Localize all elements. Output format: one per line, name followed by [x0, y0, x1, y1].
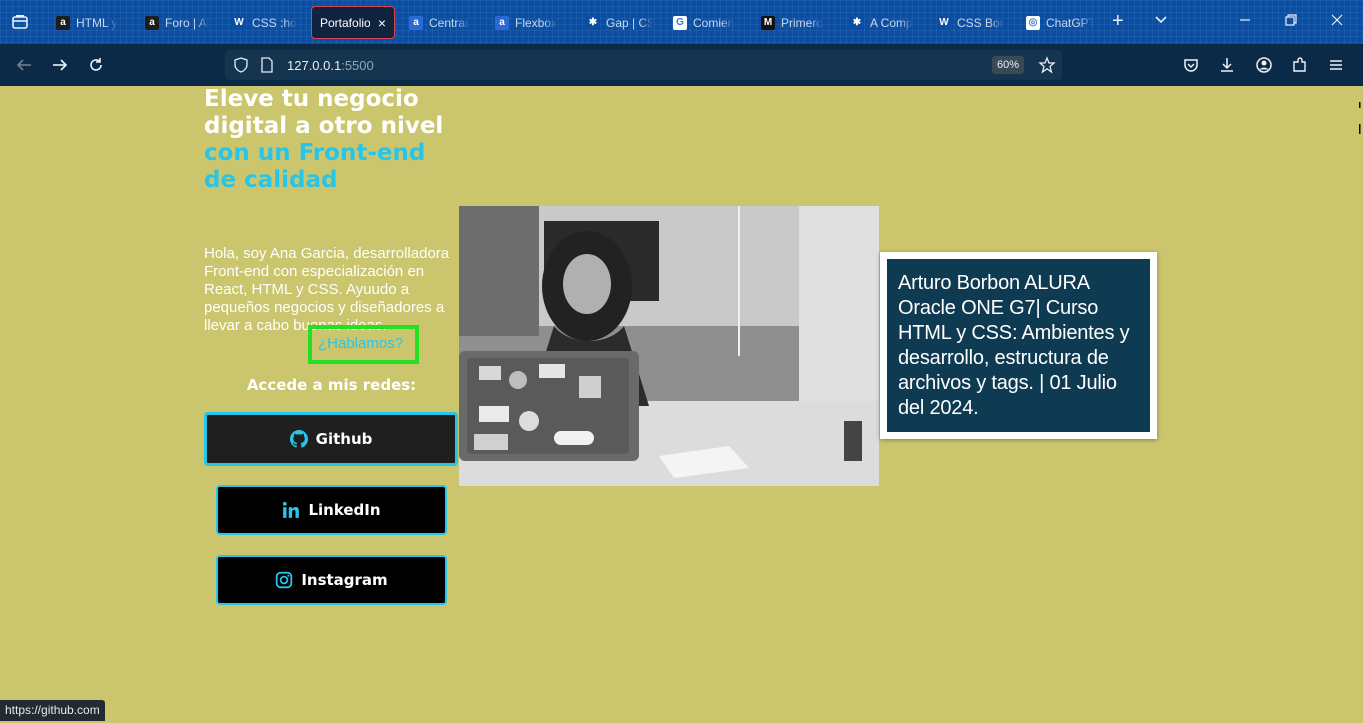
caption-card: Arturo Borbon ALURA Oracle ONE G7| Curso…	[880, 252, 1157, 439]
tab-7[interactable]: G Comien	[665, 6, 749, 39]
shield-icon[interactable]	[233, 57, 249, 73]
tab-title: Gap | CS	[606, 15, 654, 30]
edge-glyph-icon	[1359, 102, 1361, 134]
headline-white: Eleve tu negocio digital a otro nivel	[204, 86, 444, 139]
w3-icon: W	[232, 15, 246, 30]
tab-title: Portafolio	[320, 15, 370, 30]
alura-blue-icon: a	[495, 15, 509, 30]
tab-2[interactable]: W CSS :ho	[224, 6, 308, 39]
asterisk-icon: ✱	[586, 15, 600, 30]
reload-icon[interactable]	[87, 56, 105, 74]
alura-blue-icon: a	[409, 15, 423, 30]
tab-bar: a HTML y a Foro | Al W CSS :ho Portafolio × a Cen…	[0, 0, 1363, 44]
url-host: 127.0.0.1	[287, 58, 342, 73]
linkedin-icon	[283, 501, 300, 518]
restore-icon[interactable]	[1283, 12, 1299, 28]
tab-title: ChatGPT	[1046, 15, 1094, 30]
pocket-icon[interactable]	[1182, 56, 1200, 74]
tab-1[interactable]: a Foro | Al	[137, 6, 221, 39]
url-port: :5500	[341, 58, 374, 73]
social-title: Accede a mis redes:	[246, 376, 417, 394]
linkedin-button[interactable]: LinkedIn	[216, 485, 447, 535]
tab-5[interactable]: a Flexbox	[487, 6, 571, 39]
nav-bar: 127.0.0.1:5500 60%	[0, 44, 1363, 86]
profile-photo	[459, 206, 879, 486]
asterisk-icon: ✱	[850, 15, 864, 30]
zoom-level-badge[interactable]: 60%	[992, 56, 1025, 74]
tab-11[interactable]: ◎ ChatGPT	[1018, 6, 1102, 39]
google-icon: G	[673, 15, 687, 30]
alura-icon: a	[145, 15, 159, 30]
new-tab-button[interactable]: +	[1112, 11, 1124, 31]
tab-4[interactable]: a Centrar	[401, 6, 485, 39]
bookmark-star-icon[interactable]	[1038, 56, 1056, 74]
github-label: Github	[315, 430, 373, 448]
page-content: Eleve tu negocio digital a otro nivel co…	[0, 86, 1363, 723]
tab-title: Comien	[693, 15, 735, 30]
medium-icon: M	[761, 15, 775, 30]
firefox-view-icon[interactable]	[10, 12, 30, 32]
close-window-icon[interactable]	[1329, 12, 1345, 28]
caption-text: Arturo Borbon ALURA Oracle ONE G7| Curso…	[887, 259, 1150, 432]
tab-10[interactable]: W CSS Bor	[929, 6, 1013, 39]
intro-text: Hola, soy Ana Garcia, desarrolladora Fro…	[204, 245, 450, 334]
linkedin-label: LinkedIn	[308, 501, 381, 519]
minimize-icon[interactable]	[1237, 12, 1253, 28]
tab-title: Foro | Al	[165, 15, 210, 30]
extensions-icon[interactable]	[1291, 56, 1309, 74]
menu-icon[interactable]	[1327, 56, 1345, 74]
account-icon[interactable]	[1255, 56, 1273, 74]
github-button[interactable]: Github	[204, 412, 458, 466]
url-bar[interactable]: 127.0.0.1:5500 60%	[225, 50, 1062, 80]
tab-title: Centrar	[429, 15, 470, 30]
headline-accent: con un Front-end de calidad	[204, 140, 426, 193]
tab-title: CSS Bor	[957, 15, 1004, 30]
tab-8[interactable]: M Primero	[753, 6, 837, 39]
github-icon	[289, 430, 308, 448]
alura-icon: a	[56, 15, 70, 30]
instagram-button[interactable]: Instagram	[216, 555, 447, 605]
headline: Eleve tu negocio digital a otro nivel co…	[204, 86, 464, 194]
page-icon[interactable]	[260, 57, 274, 73]
instagram-label: Instagram	[301, 571, 388, 589]
back-icon[interactable]	[15, 56, 33, 74]
tab-title: Flexbox	[515, 15, 558, 30]
tab-6[interactable]: ✱ Gap | CS	[578, 6, 662, 39]
tab-title: HTML y	[76, 15, 118, 30]
hablamos-link[interactable]: ¿Hablamos?	[318, 335, 403, 352]
tab-title: Primero	[781, 15, 824, 30]
instagram-icon	[276, 571, 293, 589]
tab-3[interactable]: Portafolio ×	[311, 6, 395, 39]
tab-title: A Comp	[870, 15, 913, 30]
chatgpt-icon: ◎	[1026, 15, 1040, 30]
status-url: https://github.com	[0, 700, 105, 721]
chevron-down-icon[interactable]	[1153, 12, 1169, 28]
w3-icon: W	[937, 15, 951, 30]
forward-icon[interactable]	[51, 56, 69, 74]
tab-9[interactable]: ✱ A Comp	[842, 6, 926, 39]
close-tab-icon[interactable]: ×	[378, 15, 386, 31]
download-icon[interactable]	[1218, 56, 1236, 74]
tab-0[interactable]: a HTML y	[48, 6, 132, 39]
url-text[interactable]: 127.0.0.1:5500	[287, 58, 374, 73]
tab-title: CSS :ho	[252, 15, 297, 30]
